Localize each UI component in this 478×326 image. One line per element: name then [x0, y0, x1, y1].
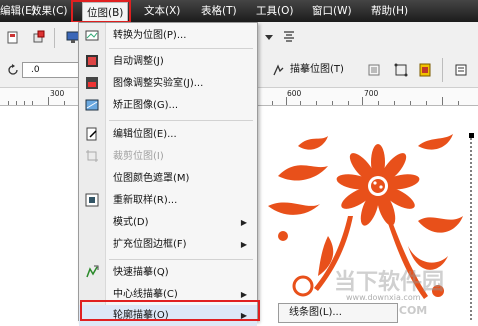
menu-item-label: 编辑位图(E)...	[113, 129, 177, 140]
highlight-outline-trace	[80, 300, 260, 321]
image-lab-icon	[86, 77, 98, 89]
quick-trace-icon	[86, 265, 99, 278]
ruler-label: 300	[50, 89, 65, 98]
align-icon[interactable]	[282, 29, 296, 43]
auto-adjust-icon	[86, 55, 98, 67]
menu-item-resample[interactable]: 重新取样(R)...	[79, 190, 257, 211]
menu-effects[interactable]: 效果(C)	[31, 0, 68, 22]
menu-item-label: 快速描摹(Q)	[113, 267, 169, 278]
ruler-label: 600	[287, 89, 302, 98]
menu-text[interactable]: 文本(X)	[144, 0, 180, 22]
menu-item-mode[interactable]: 模式(D) ▶	[79, 212, 257, 233]
trace-bitmap-icon	[273, 64, 284, 76]
menu-tools[interactable]: 工具(O)	[256, 0, 293, 22]
menu-item-image-adjustment-lab[interactable]: 图像调整实验室(J)...	[79, 73, 257, 94]
menu-item-label: 图像调整实验室(J)...	[113, 78, 204, 89]
rotate-icon	[8, 64, 18, 75]
crop-tool-icon[interactable]	[367, 63, 381, 77]
menu-help[interactable]: 帮助(H)	[371, 0, 408, 22]
menu-item-label: 扩充位图边框(F)	[113, 239, 187, 250]
watermark-url: www.downxia.com	[346, 293, 421, 302]
trace-bitmap-label: 描摹位图(T)	[290, 64, 344, 75]
dropdown-arrow-icon[interactable]	[262, 30, 276, 44]
menu-item-edit-bitmap[interactable]: 编辑位图(E)...	[79, 124, 257, 145]
trace-bitmap-button[interactable]: 描摹位图(T)	[268, 60, 344, 80]
watermark-title: 当下软件园	[334, 270, 445, 295]
submenu-arrow-icon: ▶	[240, 240, 247, 249]
menu-item-quick-trace[interactable]: 快速描摹(Q)	[79, 262, 257, 283]
bitmap-menu-dropdown: 转换为位图(P)... 自动调整(J) 图像调整实验室(J)... 矫正图像(G…	[78, 22, 258, 326]
edit-bitmap-icon	[86, 127, 97, 141]
menu-window[interactable]: 窗口(W)	[312, 0, 352, 22]
convert-bitmap-icon	[85, 30, 99, 41]
arrange-icon[interactable]	[32, 30, 46, 44]
menu-table[interactable]: 表格(T)	[201, 0, 237, 22]
page-layout-icon[interactable]	[6, 30, 20, 44]
crop-bitmap-icon	[86, 150, 98, 162]
rotation-input[interactable]: .0	[22, 62, 80, 78]
highlight-bitmap-menu	[71, 0, 131, 23]
resample-icon	[85, 193, 99, 207]
straighten-icon	[85, 99, 99, 111]
menu-item-auto-adjust[interactable]: 自动调整(J)	[79, 51, 257, 72]
menu-item-label: 位图颜色遮罩(M)	[113, 173, 190, 184]
menu-item-convert-to-bitmap[interactable]: 转换为位图(P)...	[79, 25, 257, 46]
menu-item-crop-bitmap: 裁剪位图(I)	[79, 146, 257, 167]
bitmap-color-icon[interactable]	[418, 63, 432, 77]
outline-trace-submenu: 线条图(L)...	[278, 303, 398, 323]
wrap-text-icon[interactable]	[454, 63, 468, 77]
menu-item-label: 矫正图像(G)...	[113, 100, 179, 111]
menu-item-label: 自动调整(J)	[113, 56, 164, 67]
menu-item-inflate-bitmap[interactable]: 扩充位图边框(F) ▶	[79, 234, 257, 255]
menu-item-label: 模式(D)	[113, 217, 149, 228]
ruler-label: 700	[364, 89, 379, 98]
submenu-arrow-icon: ▶	[240, 218, 247, 227]
menu-item-label: 重新取样(R)...	[113, 195, 178, 206]
submenu-item-line-art[interactable]: 线条图(L)...	[289, 307, 342, 318]
menu-item-bitmap-color-mask[interactable]: 位图颜色遮罩(M)	[79, 168, 257, 189]
menu-item-label: 裁剪位图(I)	[113, 151, 164, 162]
menu-item-label: 转换为位图(P)...	[113, 30, 187, 41]
menu-item-straighten-image[interactable]: 矫正图像(G)...	[79, 95, 257, 116]
node-edit-icon[interactable]	[394, 63, 408, 77]
